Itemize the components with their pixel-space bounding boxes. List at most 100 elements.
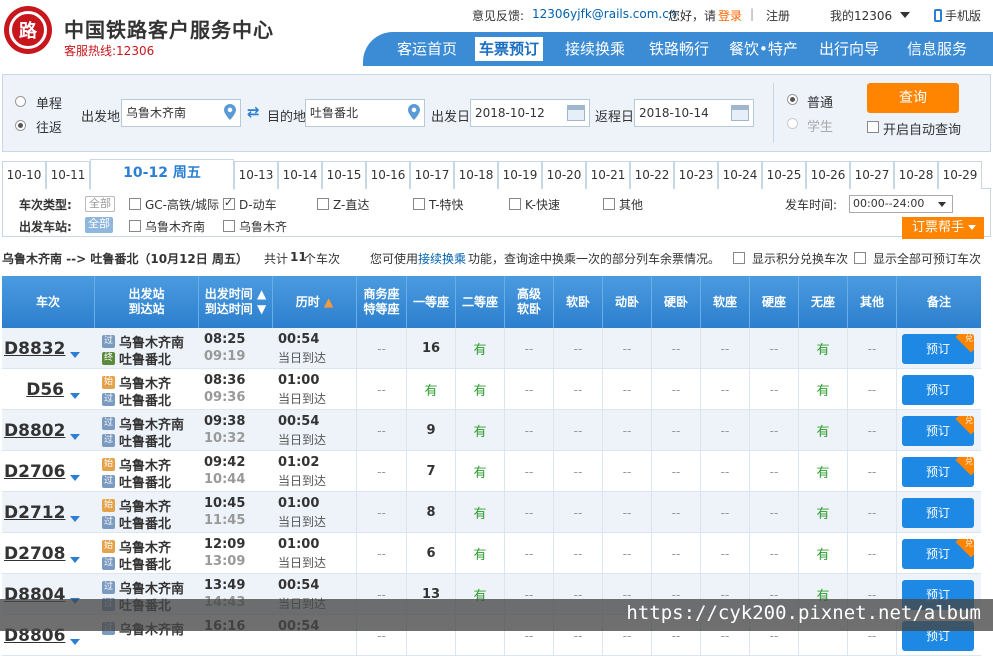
- date-tab[interactable]: 10-27: [850, 161, 894, 189]
- mobile-link[interactable]: 手机版: [934, 7, 981, 24]
- date-tab[interactable]: 10-15: [322, 161, 366, 189]
- date-tabs: 10-10 10-11 10-12 周五 10-13 10-14 10-15 10-16 10…: [2, 159, 991, 190]
- chevron-down-icon[interactable]: [70, 639, 80, 645]
- book-button[interactable]: 预订 兑: [902, 539, 974, 569]
- normal-ticket-radio[interactable]: [787, 94, 798, 105]
- date-tab[interactable]: 10-12 周五: [90, 159, 234, 190]
- from-station-input[interactable]: 乌鲁木齐南: [121, 99, 241, 127]
- date-tab[interactable]: 10-13: [234, 161, 278, 189]
- query-panel: 单程 往返 出发地 乌鲁木齐南 ⇄ 目的地 吐鲁番北 出发日 2018-10-1…: [2, 74, 991, 152]
- book-button[interactable]: 预订 兑: [902, 457, 974, 487]
- station-type-icon: 过: [102, 417, 115, 430]
- nav-ticket-booking[interactable]: 车票预订: [475, 37, 544, 61]
- nav-rail-travel[interactable]: 铁路畅行: [649, 32, 709, 66]
- date-tab[interactable]: 10-26: [806, 161, 850, 189]
- depart-date-input[interactable]: 2018-10-12: [470, 99, 590, 127]
- transfer-link[interactable]: 接续换乘: [418, 250, 466, 267]
- register-link[interactable]: 注册: [766, 7, 790, 24]
- date-tab[interactable]: 10-19: [498, 161, 542, 189]
- date-tab[interactable]: 10-21: [586, 161, 630, 189]
- nav-travel-guide[interactable]: 出行向导: [819, 32, 879, 66]
- book-button[interactable]: 预订: [902, 498, 974, 528]
- train-number-link[interactable]: D2706: [4, 462, 65, 482]
- student-ticket-radio[interactable]: [787, 118, 798, 129]
- seat-availability: 有: [816, 425, 830, 440]
- station-name: 吐鲁番北: [119, 394, 172, 409]
- seat-cell-business: --: [356, 492, 406, 533]
- date-tab[interactable]: 10-11: [46, 161, 90, 189]
- col-duration[interactable]: 历时 ▲: [272, 276, 356, 328]
- date-tab[interactable]: 10-29: [938, 161, 982, 189]
- book-button[interactable]: 预订: [902, 375, 974, 405]
- seat-cell-hard-seat: --: [749, 533, 798, 574]
- seat-cell-no-seat: 有: [798, 533, 847, 574]
- auto-query-checkbox[interactable]: [867, 121, 879, 133]
- depart-time-select[interactable]: 00:00--24:00: [849, 195, 953, 213]
- one-way-radio[interactable]: [15, 96, 26, 107]
- round-trip-radio[interactable]: [15, 120, 26, 131]
- return-date-input[interactable]: 2018-10-14: [634, 99, 754, 127]
- nav-info-service[interactable]: 信息服务: [907, 32, 967, 66]
- date-tab[interactable]: 10-16: [366, 161, 410, 189]
- type-gc-checkbox[interactable]: [129, 198, 141, 210]
- book-button[interactable]: 预订 兑: [902, 334, 974, 364]
- railway-logo[interactable]: 路: [4, 6, 52, 54]
- nav-home[interactable]: 客运首页: [397, 32, 457, 66]
- station-all-button[interactable]: 全部: [85, 217, 113, 233]
- col-times[interactable]: 出发时间 ▲ 到达时间 ▼: [198, 276, 272, 328]
- type-other-checkbox[interactable]: [603, 198, 615, 210]
- depart-time: 10:45: [204, 496, 246, 511]
- chevron-down-icon[interactable]: [900, 12, 910, 18]
- seat-availability: --: [524, 382, 534, 397]
- date-tab[interactable]: 10-10: [2, 161, 46, 189]
- sort-up-icon: ▲: [323, 294, 334, 309]
- train-number-link[interactable]: D56: [4, 380, 64, 400]
- date-tab[interactable]: 10-14: [278, 161, 322, 189]
- seat-cell-business: --: [356, 328, 406, 369]
- chevron-down-icon[interactable]: [70, 434, 80, 440]
- seat-cell-other: --: [847, 410, 896, 451]
- booking-helper-label: 订票帮手: [912, 220, 965, 235]
- show-points-checkbox[interactable]: [733, 252, 745, 264]
- show-all-checkbox[interactable]: [854, 252, 866, 264]
- calendar-icon[interactable]: [567, 105, 585, 121]
- booking-helper-button[interactable]: 订票帮手: [902, 217, 984, 239]
- chevron-down-icon[interactable]: [70, 516, 80, 522]
- feedback-email-link[interactable]: 12306yjfk@rails.com.cn: [532, 7, 676, 21]
- station-wlmq-checkbox[interactable]: [223, 220, 235, 232]
- date-tab[interactable]: 10-28: [894, 161, 938, 189]
- date-tab[interactable]: 10-22: [630, 161, 674, 189]
- query-button[interactable]: 查询: [867, 83, 959, 113]
- chevron-down-icon[interactable]: [70, 393, 80, 399]
- type-d-checkbox[interactable]: [223, 196, 235, 210]
- type-k-checkbox[interactable]: [509, 198, 521, 210]
- my12306-menu[interactable]: 我的12306: [830, 7, 892, 24]
- nav-dining[interactable]: 餐饮•特产: [729, 32, 798, 66]
- date-tab[interactable]: 10-20: [542, 161, 586, 189]
- swap-stations-icon[interactable]: ⇄: [247, 103, 260, 121]
- login-link[interactable]: 登录: [718, 7, 742, 24]
- calendar-icon[interactable]: [731, 105, 749, 121]
- seat-availability: --: [622, 505, 632, 520]
- date-tab[interactable]: 10-17: [410, 161, 454, 189]
- count-post: 个车次: [304, 252, 341, 266]
- train-number-link[interactable]: D2708: [4, 544, 65, 564]
- type-z-checkbox[interactable]: [317, 198, 329, 210]
- to-station-value: 吐鲁番北: [310, 106, 359, 120]
- type-t-checkbox[interactable]: [413, 198, 425, 210]
- to-station-input[interactable]: 吐鲁番北: [305, 99, 425, 127]
- date-tab[interactable]: 10-24: [718, 161, 762, 189]
- date-tab[interactable]: 10-23: [674, 161, 718, 189]
- chevron-down-icon[interactable]: [70, 475, 80, 481]
- station-wlmqn-checkbox[interactable]: [129, 220, 141, 232]
- chevron-down-icon[interactable]: [70, 352, 80, 358]
- date-tab[interactable]: 10-18: [454, 161, 498, 189]
- chevron-down-icon[interactable]: [70, 557, 80, 563]
- train-number-link[interactable]: D8832: [4, 339, 65, 359]
- train-type-all-button[interactable]: 全部: [85, 196, 115, 212]
- nav-transfer[interactable]: 接续换乘: [565, 32, 625, 66]
- date-tab[interactable]: 10-25: [762, 161, 806, 189]
- train-number-link[interactable]: D8802: [4, 421, 65, 441]
- book-button[interactable]: 预订 兑: [902, 416, 974, 446]
- train-number-link[interactable]: D2712: [4, 503, 65, 523]
